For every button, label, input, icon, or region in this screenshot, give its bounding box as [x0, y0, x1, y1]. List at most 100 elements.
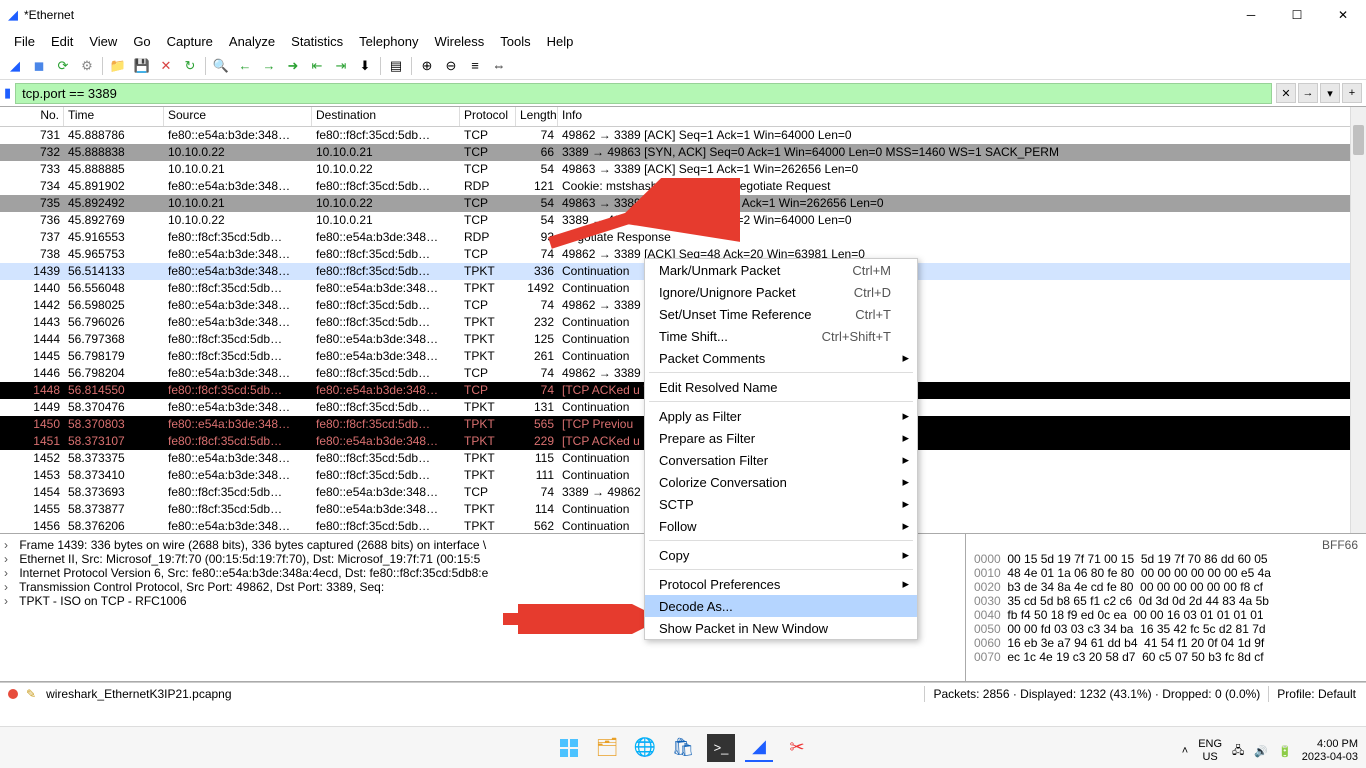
bookmark-icon[interactable]: ▮ [4, 85, 11, 101]
packet-row[interactable]: 73245.88883810.10.0.2210.10.0.21TCP66338… [0, 144, 1366, 161]
filter-history-button[interactable]: ▾ [1320, 83, 1340, 103]
expert-info-icon[interactable] [8, 689, 18, 699]
packet-list-scrollbar[interactable] [1350, 107, 1366, 533]
minimize-button[interactable]: ─ [1228, 0, 1274, 30]
go-to-packet-icon[interactable]: ➜ [282, 55, 304, 77]
tray-chevron-icon[interactable]: ˄ [1182, 745, 1188, 757]
menu-tools[interactable]: Tools [492, 32, 538, 51]
open-file-icon[interactable]: 📁 [107, 55, 129, 77]
stop-capture-icon[interactable]: ◼ [28, 55, 50, 77]
menu-telephony[interactable]: Telephony [351, 32, 426, 51]
context-menu-item[interactable]: SCTP▸ [645, 493, 917, 515]
context-menu-item[interactable]: Colorize Conversation▸ [645, 471, 917, 493]
close-button[interactable]: ✕ [1320, 0, 1366, 30]
menu-capture[interactable]: Capture [159, 32, 221, 51]
go-last-icon[interactable]: ⇥ [330, 55, 352, 77]
menu-help[interactable]: Help [539, 32, 582, 51]
save-file-icon[interactable]: 💾 [131, 55, 153, 77]
context-menu-item[interactable]: Show Packet in New Window [645, 617, 917, 639]
wireshark-taskbar-icon[interactable]: ◢ [745, 734, 773, 762]
start-button[interactable] [555, 734, 583, 762]
context-menu-item[interactable]: Mark/Unmark PacketCtrl+M [645, 259, 917, 281]
window-title: *Ethernet [24, 8, 74, 22]
hex-line[interactable]: 0000 00 15 5d 19 7f 71 00 15 5d 19 7f 70… [966, 552, 1366, 566]
hex-line[interactable]: 0010 48 4e 01 1a 06 80 fe 80 00 00 00 00… [966, 566, 1366, 580]
terminal-icon[interactable]: >_ [707, 734, 735, 762]
go-back-icon[interactable]: ← [234, 55, 256, 77]
hex-line[interactable]: 0020 b3 de 34 8a 4e cd fe 80 00 00 00 00… [966, 580, 1366, 594]
context-menu-item[interactable]: Decode As... [645, 595, 917, 617]
col-destination[interactable]: Destination [312, 107, 460, 126]
hex-line[interactable]: 0060 16 eb 3e a7 94 61 dd b4 41 54 f1 20… [966, 636, 1366, 650]
menu-edit[interactable]: Edit [43, 32, 81, 51]
context-menu-item[interactable]: Protocol Preferences▸ [645, 573, 917, 595]
packet-row[interactable]: 73345.88888510.10.0.2110.10.0.22TCP54498… [0, 161, 1366, 178]
store-icon[interactable]: 🛍 [669, 734, 697, 762]
menu-analyze[interactable]: Analyze [221, 32, 283, 51]
start-capture-icon[interactable]: ◢ [4, 55, 26, 77]
context-menu-item[interactable]: Copy▸ [645, 544, 917, 566]
find-packet-icon[interactable]: 🔍 [210, 55, 232, 77]
menu-view[interactable]: View [81, 32, 125, 51]
col-no[interactable]: No. [0, 107, 64, 126]
restart-capture-icon[interactable]: ⟳ [52, 55, 74, 77]
packet-bytes-pane[interactable]: BFF66 0000 00 15 5d 19 7f 71 00 15 5d 19… [966, 534, 1366, 681]
title-bar: ◢ *Ethernet ─ ☐ ✕ [0, 0, 1366, 30]
context-menu-item[interactable]: Apply as Filter▸ [645, 405, 917, 427]
context-menu-item[interactable]: Prepare as Filter▸ [645, 427, 917, 449]
hex-line[interactable]: 0040 fb f4 50 18 f9 ed 0c ea 00 00 16 03… [966, 608, 1366, 622]
edge-icon[interactable]: 🌐 [631, 734, 659, 762]
tray-lang1[interactable]: ENG [1198, 738, 1222, 751]
col-info[interactable]: Info [558, 107, 1366, 126]
apply-filter-button[interactable]: → [1298, 83, 1318, 103]
taskbar: 🗂 🌐 🛍 >_ ◢ ✂ ˄ ENG US 🖧 🔊 🔋 4:00 PM 2023… [0, 726, 1366, 768]
menu-statistics[interactable]: Statistics [283, 32, 351, 51]
hex-line[interactable]: 0030 35 cd 5d b8 65 f1 c2 c6 0d 3d 0d 2d… [966, 594, 1366, 608]
reload-file-icon[interactable]: ↻ [179, 55, 201, 77]
snip-icon[interactable]: ✂ [783, 734, 811, 762]
context-menu-item[interactable]: Packet Comments▸ [645, 347, 917, 369]
context-menu: Mark/Unmark PacketCtrl+MIgnore/Unignore … [644, 258, 918, 640]
volume-icon[interactable]: 🔊 [1254, 745, 1268, 758]
clear-filter-button[interactable]: ✕ [1276, 83, 1296, 103]
resize-columns-icon[interactable]: ⇔ [488, 55, 510, 77]
close-file-icon[interactable]: ✕ [155, 55, 177, 77]
col-length[interactable]: Length [516, 107, 558, 126]
zoom-out-icon[interactable]: ⊖ [440, 55, 462, 77]
explorer-icon[interactable]: 🗂 [593, 734, 621, 762]
network-icon[interactable]: 🖧 [1232, 742, 1244, 761]
add-filter-button[interactable]: + [1342, 83, 1362, 103]
maximize-button[interactable]: ☐ [1274, 0, 1320, 30]
status-bar: ✎ wireshark_EthernetK3IP21.pcapng Packet… [0, 682, 1366, 704]
menu-go[interactable]: Go [125, 32, 158, 51]
context-menu-item[interactable]: Conversation Filter▸ [645, 449, 917, 471]
context-menu-item[interactable]: Edit Resolved Name [645, 376, 917, 398]
hex-line[interactable]: 0070 ec 1c 4e 19 c3 20 58 d7 60 c5 07 50… [966, 650, 1366, 664]
packet-row[interactable]: 73145.888786fe80::e54a:b3de:348…fe80::f8… [0, 127, 1366, 144]
context-menu-item[interactable]: Set/Unset Time ReferenceCtrl+T [645, 303, 917, 325]
hex-line[interactable]: 0050 00 00 fd 03 03 c3 34 ba 16 35 42 fc… [966, 622, 1366, 636]
context-menu-item[interactable]: Time Shift...Ctrl+Shift+T [645, 325, 917, 347]
col-source[interactable]: Source [164, 107, 312, 126]
toolbar: ◢ ◼ ⟳ ⚙ 📁 💾 ✕ ↻ 🔍 ← → ➜ ⇤ ⇥ ⬇ ▤ ⊕ ⊖ ≡ ⇔ [0, 52, 1366, 80]
zoom-reset-icon[interactable]: ≡ [464, 55, 486, 77]
zoom-in-icon[interactable]: ⊕ [416, 55, 438, 77]
context-menu-item[interactable]: Ignore/Unignore PacketCtrl+D [645, 281, 917, 303]
battery-icon[interactable]: 🔋 [1278, 745, 1292, 758]
capture-options-icon[interactable]: ⚙ [76, 55, 98, 77]
go-first-icon[interactable]: ⇤ [306, 55, 328, 77]
edit-note-icon[interactable]: ✎ [26, 687, 36, 701]
context-menu-item[interactable]: Follow▸ [645, 515, 917, 537]
col-protocol[interactable]: Protocol [460, 107, 516, 126]
col-time[interactable]: Time [64, 107, 164, 126]
go-forward-icon[interactable]: → [258, 55, 280, 77]
auto-scroll-icon[interactable]: ⬇ [354, 55, 376, 77]
tray-clock[interactable]: 4:00 PM 2023-04-03 [1302, 738, 1358, 764]
display-filter-input[interactable] [15, 83, 1272, 104]
menu-wireless[interactable]: Wireless [426, 32, 492, 51]
status-packets: Packets: 2856 · Displayed: 1232 (43.1%) … [933, 687, 1260, 701]
status-profile[interactable]: Profile: Default [1277, 687, 1366, 701]
filter-bar: ▮ ✕ → ▾ + [0, 80, 1366, 106]
menu-file[interactable]: File [6, 32, 43, 51]
colorize-icon[interactable]: ▤ [385, 55, 407, 77]
